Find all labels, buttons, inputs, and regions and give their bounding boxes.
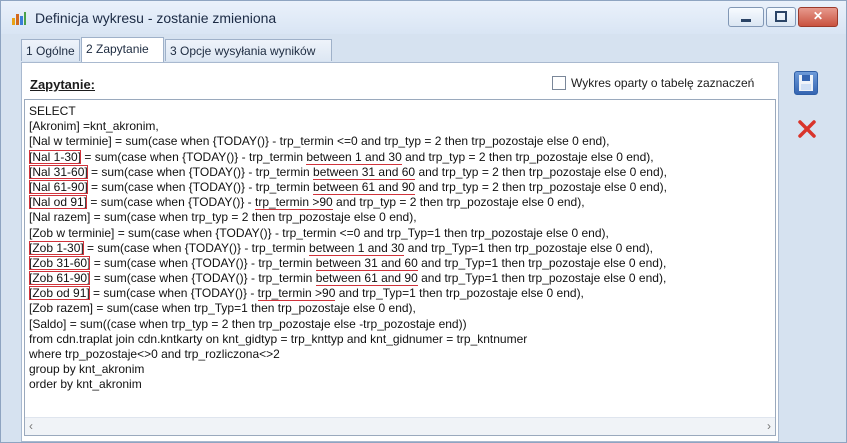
chart-app-icon bbox=[12, 12, 26, 25]
query-line[interactable]: [Akronim] =knt_akronim, bbox=[29, 119, 774, 134]
query-label: Zapytanie: bbox=[30, 77, 96, 92]
highlighted-alias: [Nal 1-30] bbox=[29, 149, 82, 164]
highlighted-range: trp_termin >90 bbox=[257, 286, 336, 302]
dialog-window: Definicja wykresu - zostanie zmieniona ✕… bbox=[0, 0, 847, 443]
highlighted-alias: [Zob 31-60] bbox=[29, 255, 91, 270]
highlighted-range: between 31 and 60 bbox=[313, 164, 416, 180]
query-panel: Zapytanie: Wykres oparty o tabelę zaznac… bbox=[21, 62, 779, 442]
query-line[interactable]: from cdn.traplat join cdn.kntkarty on kn… bbox=[29, 332, 774, 347]
query-line[interactable]: [Zob 31-60] = sum(case when {TODAY()} - … bbox=[29, 255, 774, 271]
highlighted-alias: [Nal od 91] bbox=[29, 195, 88, 210]
minimize-icon bbox=[741, 19, 751, 22]
tab-general[interactable]: 1 Ogólne bbox=[21, 39, 80, 61]
highlighted-alias: [Zob 61-90] bbox=[29, 271, 91, 286]
title-bar: Definicja wykresu - zostanie zmieniona ✕ bbox=[1, 1, 846, 34]
query-line[interactable]: [Zob 61-90] = sum(case when {TODAY()} - … bbox=[29, 271, 774, 287]
query-editor[interactable]: SELECT [Akronim] =knt_akronim, [Nal w term… bbox=[24, 99, 776, 436]
maximize-icon bbox=[775, 11, 787, 22]
highlighted-range: between 1 and 30 bbox=[309, 240, 405, 256]
window-title: Definicja wykresu - zostanie zmieniona bbox=[35, 10, 277, 26]
query-line[interactable]: [Nal 1-30] = sum(case when {TODAY()} - t… bbox=[29, 149, 774, 165]
delete-icon bbox=[798, 120, 816, 138]
query-line[interactable]: [Nal w terminie] = sum(case when {TODAY(… bbox=[29, 134, 774, 149]
tab-send-options[interactable]: 3 Opcje wysyłania wyników bbox=[165, 39, 332, 61]
scroll-left-icon[interactable]: ‹ bbox=[29, 419, 33, 433]
highlighted-range: between 61 and 90 bbox=[313, 179, 416, 195]
query-line[interactable]: group by knt_akronim bbox=[29, 362, 774, 377]
highlighted-range: trp_termin >90 bbox=[255, 195, 333, 211]
scroll-right-icon[interactable]: › bbox=[767, 419, 771, 433]
delete-button[interactable] bbox=[795, 117, 819, 141]
query-line[interactable]: [Zob 1-30] = sum(case when {TODAY()} - t… bbox=[29, 240, 774, 256]
query-line[interactable]: [Saldo] = sum((case when trp_typ = 2 the… bbox=[29, 317, 774, 332]
highlighted-alias: [Zob 1-30] bbox=[29, 240, 84, 255]
query-line[interactable]: where trp_pozostaje<>0 and trp_rozliczon… bbox=[29, 347, 774, 362]
query-line[interactable]: [Zob od 91] = sum(case when {TODAY()} - … bbox=[29, 286, 774, 302]
query-text[interactable]: SELECT [Akronim] =knt_akronim, [Nal w term… bbox=[29, 104, 774, 393]
highlighted-range: between 1 and 30 bbox=[306, 149, 402, 165]
query-line[interactable]: [Zob razem] = sum(case when trp_Typ=1 th… bbox=[29, 301, 774, 316]
highlighted-alias: [Nal 31-60] bbox=[29, 164, 88, 179]
highlighted-alias: [Nal 61-90] bbox=[29, 179, 88, 194]
query-line[interactable]: [Nal razem] = sum(case when trp_typ = 2 … bbox=[29, 210, 774, 225]
highlighted-range: between 61 and 90 bbox=[315, 271, 418, 287]
highlighted-range: between 31 and 60 bbox=[315, 255, 418, 271]
horizontal-scrollbar[interactable]: ‹ › bbox=[25, 417, 775, 435]
close-button[interactable]: ✕ bbox=[798, 7, 838, 27]
query-line[interactable]: order by knt_akronim bbox=[29, 377, 774, 392]
query-line[interactable]: [Zob w terminie] = sum(case when {TODAY(… bbox=[29, 226, 774, 241]
minimize-button[interactable] bbox=[728, 7, 764, 27]
highlighted-alias: [Zob od 91] bbox=[29, 286, 90, 301]
table-selection-checkbox[interactable] bbox=[552, 76, 566, 90]
table-selection-checkbox-label[interactable]: Wykres oparty o tabelę zaznaczeń bbox=[571, 76, 754, 90]
save-button[interactable] bbox=[794, 71, 818, 95]
tab-query[interactable]: 2 Zapytanie bbox=[81, 37, 164, 62]
maximize-button[interactable] bbox=[766, 7, 796, 27]
query-line[interactable]: [Nal 61-90] = sum(case when {TODAY()} - … bbox=[29, 179, 774, 195]
close-icon: ✕ bbox=[812, 9, 824, 23]
save-icon bbox=[799, 75, 813, 91]
query-line[interactable]: [Nal 31-60] = sum(case when {TODAY()} - … bbox=[29, 164, 774, 180]
query-line[interactable]: [Nal od 91] = sum(case when {TODAY()} - … bbox=[29, 195, 774, 211]
query-line[interactable]: SELECT bbox=[29, 104, 774, 119]
